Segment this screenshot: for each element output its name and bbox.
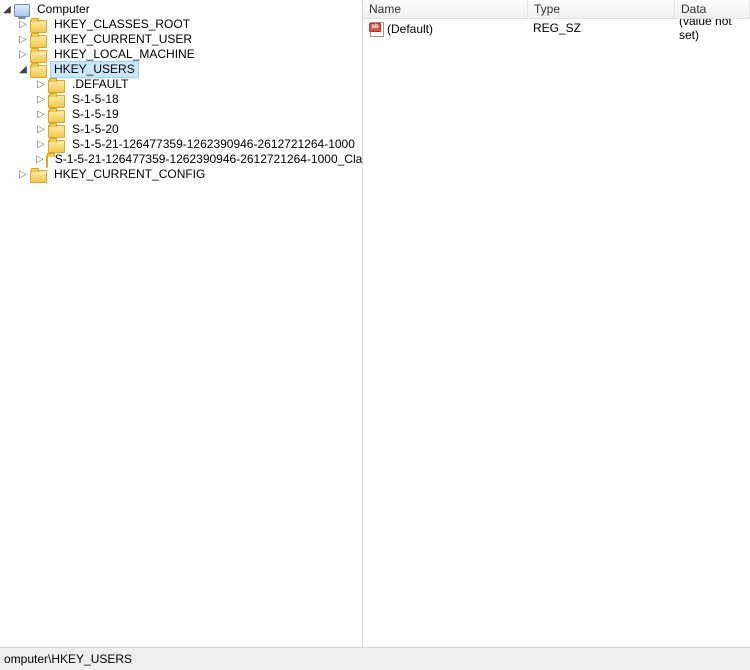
- tree-node-hive[interactable]: ▷HKEY_CURRENT_USER: [0, 32, 362, 47]
- expand-toggle-icon[interactable]: ▷: [18, 170, 28, 180]
- status-bar: omputer\HKEY_USERS: [0, 647, 750, 670]
- folder-icon: [46, 155, 48, 168]
- expand-toggle-icon[interactable]: ▷: [18, 50, 28, 60]
- column-header-type[interactable]: Type: [528, 0, 675, 18]
- expand-toggle-icon[interactable]: ▷: [36, 80, 46, 90]
- tree-pane[interactable]: ◢ Computer ▷HKEY_CLASSES_ROOT▷HKEY_CURRE…: [0, 0, 363, 647]
- expand-toggle-icon[interactable]: ▷: [36, 95, 46, 105]
- expand-toggle-icon[interactable]: ▷: [36, 110, 46, 120]
- folder-icon: [30, 65, 47, 78]
- values-list-pane[interactable]: Name Type Data ab(Default)REG_SZ(value n…: [363, 0, 750, 647]
- folder-icon: [48, 80, 65, 93]
- list-header: Name Type Data: [363, 0, 750, 19]
- tree-node-hive[interactable]: ▷ HKEY_CURRENT_CONFIG: [0, 167, 362, 182]
- folder-icon: [30, 20, 47, 33]
- folder-icon: [30, 50, 47, 63]
- expand-toggle-icon[interactable]: ▷: [18, 35, 28, 45]
- expand-toggle-icon[interactable]: ▷: [18, 20, 28, 30]
- status-path: omputer\HKEY_USERS: [4, 652, 132, 666]
- folder-icon: [30, 35, 47, 48]
- tree-node-hive[interactable]: ▷HKEY_CLASSES_ROOT: [0, 17, 362, 32]
- column-header-data[interactable]: Data: [675, 0, 750, 18]
- expand-toggle-icon[interactable]: ▷: [36, 140, 46, 150]
- value-name-cell: ab(Default): [363, 19, 527, 37]
- folder-icon: [48, 140, 65, 153]
- expand-toggle-icon[interactable]: ◢: [2, 5, 12, 15]
- column-header-name[interactable]: Name: [363, 0, 528, 18]
- folder-icon: [48, 95, 65, 108]
- expand-toggle-icon[interactable]: ▷: [36, 125, 46, 135]
- value-row[interactable]: ab(Default)REG_SZ(value not set): [363, 19, 750, 36]
- folder-icon: [48, 125, 65, 138]
- tree-node-key[interactable]: ▷.DEFAULT: [0, 77, 362, 92]
- value-type-cell: REG_SZ: [527, 20, 673, 36]
- tree-node-key[interactable]: ▷S-1-5-21-126477359-1262390946-261272126…: [0, 152, 362, 167]
- collapse-toggle-icon[interactable]: ◢: [18, 65, 28, 75]
- tree-label: HKEY_CURRENT_CONFIG: [50, 166, 209, 183]
- computer-icon: [14, 4, 30, 17]
- folder-icon: [30, 170, 47, 183]
- string-value-icon: ab: [369, 22, 385, 35]
- tree-node-key[interactable]: ▷S-1-5-20: [0, 122, 362, 137]
- tree-node-hive[interactable]: ▷HKEY_LOCAL_MACHINE: [0, 47, 362, 62]
- tree-node-key[interactable]: ▷S-1-5-19: [0, 107, 362, 122]
- tree-node-hive[interactable]: ◢HKEY_USERS: [0, 62, 362, 77]
- tree-node-key[interactable]: ▷S-1-5-18: [0, 92, 362, 107]
- expand-toggle-icon[interactable]: ▷: [36, 155, 44, 165]
- value-name: (Default): [387, 22, 433, 36]
- tree-node-key[interactable]: ▷S-1-5-21-126477359-1262390946-261272126…: [0, 137, 362, 152]
- folder-icon: [48, 110, 65, 123]
- tree-node-computer[interactable]: ◢ Computer: [0, 2, 362, 17]
